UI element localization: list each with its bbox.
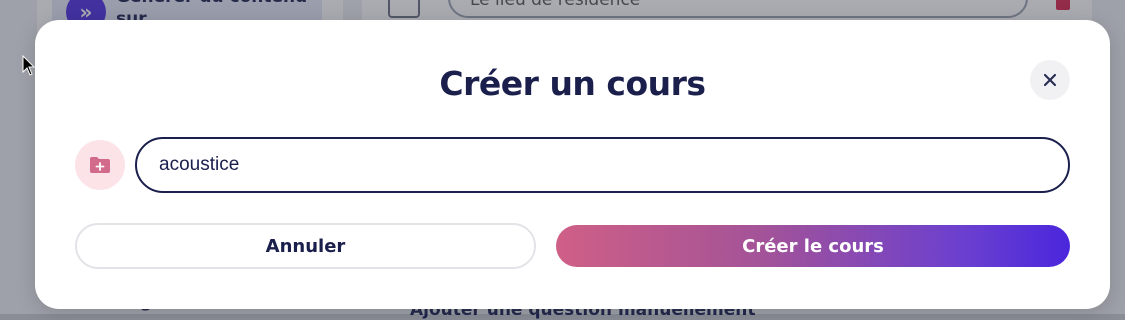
cancel-button[interactable]: Annuler — [75, 223, 536, 269]
course-name-input[interactable] — [135, 137, 1070, 193]
create-course-modal: Créer un cours Annuler Créer le cours — [35, 20, 1110, 309]
close-button[interactable] — [1030, 60, 1070, 100]
create-course-button[interactable]: Créer le cours — [556, 225, 1070, 267]
folder-plus-icon — [90, 157, 110, 173]
mouse-cursor-icon — [22, 55, 36, 76]
close-icon — [1043, 73, 1057, 87]
folder-badge — [75, 140, 125, 190]
modal-title: Créer un cours — [439, 64, 706, 103]
